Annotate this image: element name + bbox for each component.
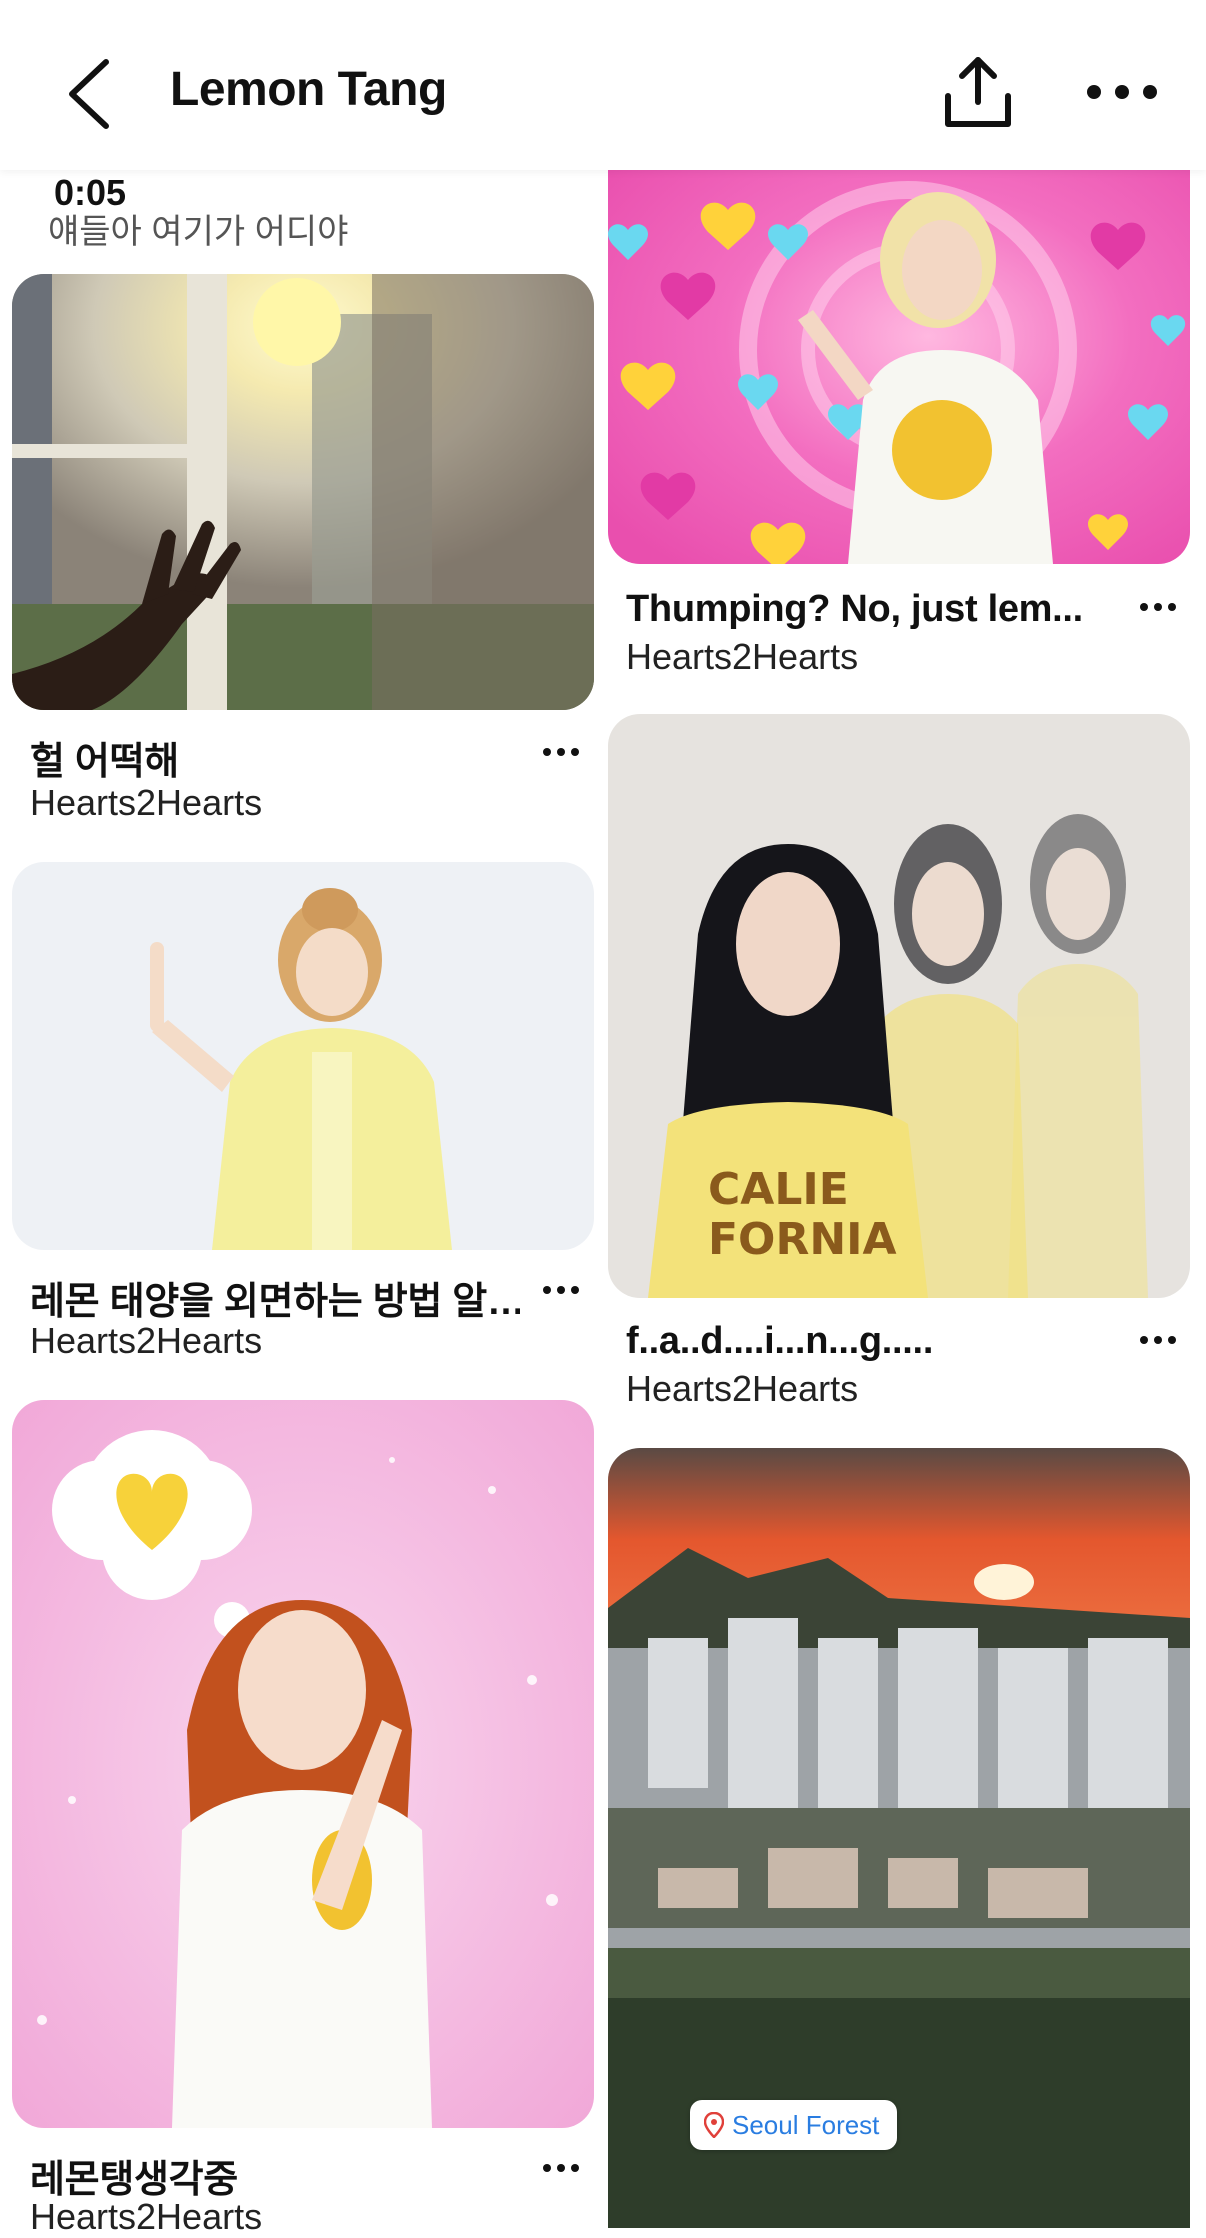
california-fading-photo: CALIE FORNIA [608,714,1190,1298]
location-tag-label: Seoul Forest [732,2109,880,2140]
pin-author[interactable]: Hearts2Hearts [30,1320,262,1362]
map-pin-icon [704,2112,724,2138]
pin-title: f..a..d....i...n...g..... [626,1320,934,1362]
back-button[interactable] [58,52,118,132]
pin-more-button[interactable] [536,737,586,767]
page-title: Lemon Tang [170,63,447,116]
location-tag[interactable]: Seoul Forest [690,2100,898,2150]
pin-image-california-fading[interactable]: CALIE FORNIA [608,714,1190,1298]
share-button[interactable] [938,52,1018,132]
top-bar: Lemon Tang [0,0,1206,170]
pin-image-yellow-outfit[interactable] [12,862,594,1250]
pin-more-button[interactable] [1133,592,1183,622]
more-options-button[interactable] [1082,62,1162,122]
video-timestamp: 0:05 [54,172,127,213]
more-horizontal-icon [1087,85,1157,99]
svg-text:FORNIA: FORNIA [708,1214,897,1265]
svg-text:CALIE: CALIE [708,1164,849,1215]
lemon-heart-photo [12,1400,594,2128]
pin-title: 레몬탱생각중 [30,2159,238,2201]
share-upload-icon [945,57,1011,127]
pin-author[interactable]: Hearts2Hearts [626,1368,858,1410]
pin-image-lemon-heart[interactable] [12,1400,594,2128]
pin-more-button[interactable] [536,1275,586,1305]
pink-hearts-photo [608,150,1190,564]
pin-image-window-sunlight[interactable] [12,274,594,710]
pin-image-pink-hearts[interactable] [608,150,1190,564]
yellow-outfit-photo [12,862,594,1250]
pin-author[interactable]: Hearts2Hearts [626,636,858,678]
chevron-left-icon [69,59,109,129]
pin-more-button[interactable] [536,2153,586,2183]
pin-more-button[interactable] [1133,1325,1183,1355]
window-sunlight-photo [12,274,594,710]
pin-title: 헐 어떡해 [30,741,179,783]
pin-title: Thumping? No, just lem... [626,588,1083,630]
pin-title: 레몬 태양을 외면하는 방법 알… [30,1281,520,1323]
pin-author[interactable]: Hearts2Hearts [30,2196,262,2238]
pin-author[interactable]: Hearts2Hearts [30,782,262,824]
